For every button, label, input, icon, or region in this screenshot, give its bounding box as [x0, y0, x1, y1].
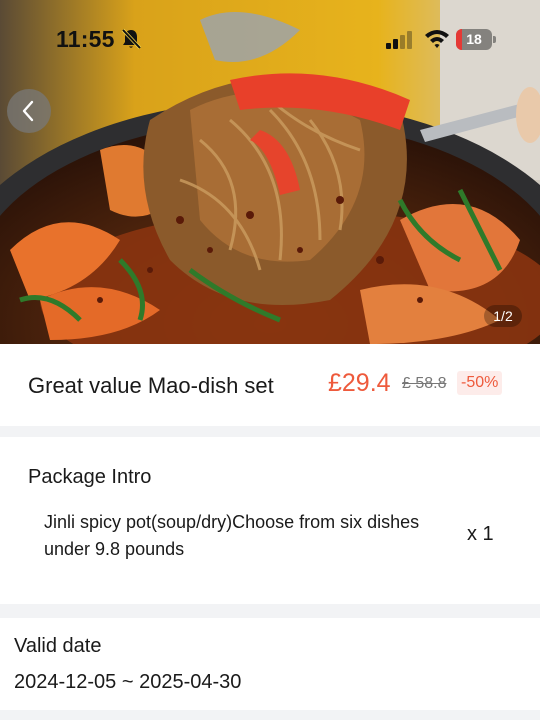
image-page-indicator: 1/2 — [484, 305, 522, 327]
back-button[interactable] — [7, 89, 51, 133]
status-time: 11:55 — [56, 26, 115, 52]
product-summary-card: Great value Mao-dish set £29.4 £ 58.8 -5… — [0, 344, 540, 426]
bell-slash-icon — [121, 28, 141, 50]
battery-icon: 18 — [456, 29, 496, 50]
wifi-icon — [425, 30, 449, 48]
discount-badge: -50% — [457, 371, 503, 395]
status-bar: 11:55 18 — [0, 0, 540, 80]
original-price: £ 58.8 — [402, 375, 447, 392]
chevron-left-icon — [22, 100, 34, 122]
valid-date-range: 2024-12-05 ~ 2025-04-30 — [14, 671, 242, 693]
valid-date-heading: Valid date — [14, 635, 102, 657]
package-intro-card: Package Intro Jinli spicy pot(soup/dry)C… — [0, 437, 540, 604]
validity-card: Valid date 2024-12-05 ~ 2025-04-30 — [0, 618, 540, 710]
package-intro-heading: Package Intro — [28, 466, 152, 488]
package-item-quantity: x 1 — [467, 523, 494, 545]
product-image-carousel[interactable]: 11:55 18 1/2 — [0, 0, 540, 344]
product-title: Great value Mao-dish set — [28, 373, 274, 398]
package-item-name: Jinli spicy pot(soup/dry)Choose from six… — [44, 512, 420, 559]
current-price: £29.4 — [328, 369, 391, 397]
battery-percentage: 18 — [466, 31, 482, 47]
cellular-signal-icon — [386, 31, 412, 49]
